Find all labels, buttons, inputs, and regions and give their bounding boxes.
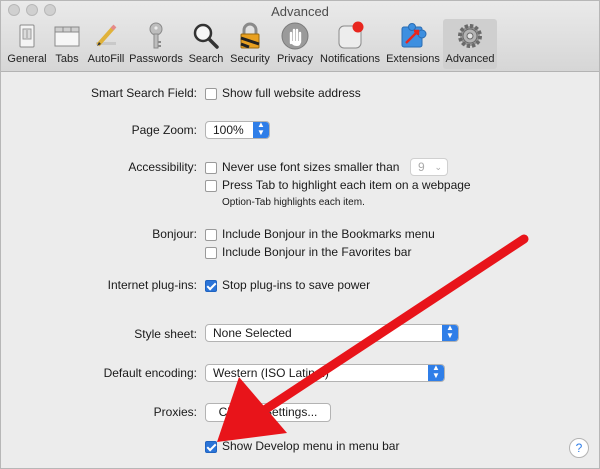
toolbar-label-advanced: Advanced xyxy=(445,53,495,65)
toolbar-item-tabs[interactable]: Tabs xyxy=(51,19,83,69)
toolbar-item-passwords[interactable]: Passwords xyxy=(129,19,183,69)
default-encoding-select[interactable]: Western (ISO Latin 1) ▲ ▼ xyxy=(205,364,445,382)
bonjour-bookmarks-checkbox[interactable] xyxy=(205,229,217,241)
style-sheet-stepper-icon: ▲ ▼ xyxy=(442,325,458,341)
toolbar-label-search: Search xyxy=(188,53,224,65)
default-encoding-label: Default encoding: xyxy=(103,366,197,380)
autofill-icon xyxy=(96,24,117,47)
smart-search-label: Smart Search Field: xyxy=(90,86,197,100)
toolbar-label-autofill: AutoFill xyxy=(87,53,125,65)
toolbar-item-search[interactable]: Search xyxy=(187,19,225,69)
toolbar-label-notifications: Notifications xyxy=(320,53,380,65)
puzzle-icon xyxy=(401,23,427,48)
show-full-address-label: Show full website address xyxy=(222,86,361,100)
toolbar-item-privacy[interactable]: Privacy xyxy=(275,19,315,69)
change-proxy-settings-button[interactable]: Change Settings... xyxy=(205,403,331,422)
bonjour-favorites-checkbox[interactable] xyxy=(205,247,217,259)
toolbar-label-extensions: Extensions xyxy=(386,53,440,65)
toolbar-item-notifications[interactable]: Notifications xyxy=(317,19,383,69)
toolbar-label-tabs: Tabs xyxy=(55,53,79,65)
style-sheet-value: None Selected xyxy=(213,326,292,340)
toolbar-item-extensions[interactable]: Extensions xyxy=(385,19,441,69)
bonjour-bookmarks-label: Include Bonjour in the Bookmarks menu xyxy=(222,227,435,241)
hand-icon xyxy=(281,22,309,50)
accessibility-label: Accessibility: xyxy=(128,160,197,174)
page-zoom-label: Page Zoom: xyxy=(131,123,197,137)
proxies-label: Proxies: xyxy=(153,405,197,419)
page-zoom-stepper-icon: ▲ ▼ xyxy=(253,122,269,138)
bonjour-label: Bonjour: xyxy=(152,227,197,241)
gear-icon xyxy=(458,24,482,48)
toolbar-item-autofill[interactable]: AutoFill xyxy=(85,19,127,69)
title-bar: Advanced General Tabs AutoFill Passwords… xyxy=(1,1,599,72)
default-encoding-value: Western (ISO Latin 1) xyxy=(213,366,329,380)
tab-highlight-label: Press Tab to highlight each item on a we… xyxy=(222,178,471,192)
stop-plugins-label: Stop plug-ins to save power xyxy=(222,278,371,292)
toolbar-item-general[interactable]: General xyxy=(5,19,49,69)
toolbar-label-security: Security xyxy=(230,53,270,65)
tab-highlight-checkbox[interactable] xyxy=(205,180,217,192)
internet-plugins-label: Internet plug-ins: xyxy=(107,278,197,292)
preferences-window: Advanced General Tabs AutoFill Passwords… xyxy=(0,0,600,469)
general-icon xyxy=(19,24,35,48)
help-button[interactable]: ? xyxy=(569,438,589,458)
show-develop-menu-checkbox[interactable] xyxy=(205,441,217,453)
show-develop-menu-label: Show Develop menu in menu bar xyxy=(222,439,400,453)
min-font-size-select[interactable]: 9 ⌄ xyxy=(410,158,448,176)
toolbar-item-advanced[interactable]: Advanced xyxy=(443,19,497,69)
page-zoom-value: 100% xyxy=(213,123,244,137)
tabs-icon xyxy=(54,26,80,47)
window-title: Advanced xyxy=(271,4,329,19)
default-encoding-stepper-icon: ▲ ▼ xyxy=(428,365,444,381)
option-tab-hint: Option-Tab highlights each item. xyxy=(222,197,365,208)
toolbar-label-privacy: Privacy xyxy=(276,53,314,65)
show-full-address-checkbox[interactable] xyxy=(205,88,217,100)
advanced-settings-panel: Smart Search Field: Show full website ad… xyxy=(1,72,599,468)
toolbar-label-passwords: Passwords xyxy=(129,53,183,65)
min-font-size-label: Never use font sizes smaller than xyxy=(222,160,400,174)
toolbar-label-general: General xyxy=(7,53,47,65)
magnifier-icon xyxy=(193,23,219,49)
chevron-down-icon: ⌄ xyxy=(434,162,442,172)
toolbar-item-security[interactable]: Security xyxy=(227,19,273,69)
min-font-size-value: 9 xyxy=(418,160,425,174)
page-zoom-select[interactable]: 100% ▲ ▼ xyxy=(205,121,270,139)
min-font-size-checkbox[interactable] xyxy=(205,162,217,174)
bonjour-favorites-label: Include Bonjour in the Favorites bar xyxy=(222,245,412,259)
style-sheet-label: Style sheet: xyxy=(134,327,197,341)
stop-plugins-checkbox[interactable] xyxy=(205,280,217,292)
lock-icon xyxy=(240,22,260,49)
notification-badge-icon xyxy=(338,21,364,49)
style-sheet-select[interactable]: None Selected ▲ ▼ xyxy=(205,324,459,342)
key-icon xyxy=(149,22,163,49)
